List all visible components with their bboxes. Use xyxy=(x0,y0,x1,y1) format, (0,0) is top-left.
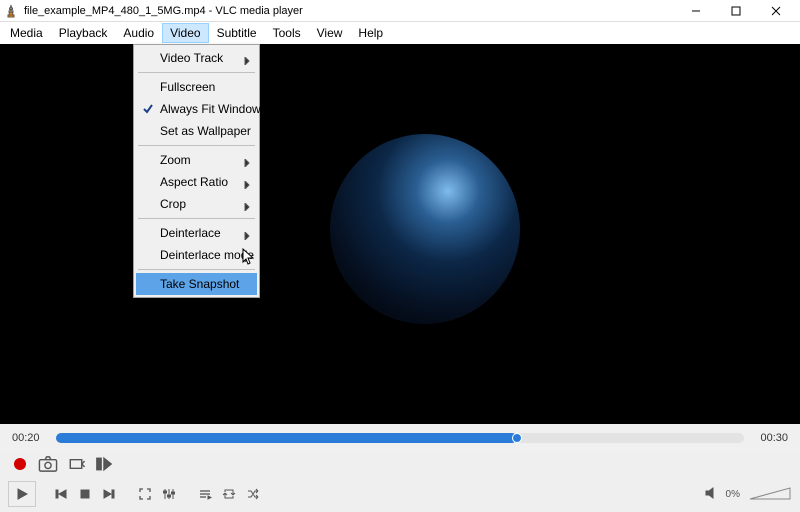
shuffle-button[interactable] xyxy=(242,483,264,505)
minimize-button[interactable] xyxy=(676,1,716,21)
submenu-arrow-icon xyxy=(243,251,251,259)
menu-fullscreen[interactable]: Fullscreen xyxy=(136,76,257,98)
shuffle-icon xyxy=(246,487,260,501)
frame-step-icon xyxy=(94,454,114,474)
close-button[interactable] xyxy=(756,1,796,21)
submenu-arrow-icon xyxy=(243,200,251,208)
menu-media[interactable]: Media xyxy=(2,23,51,43)
elapsed-time[interactable]: 00:20 xyxy=(12,432,46,444)
fullscreen-button[interactable] xyxy=(134,483,156,505)
window-title: file_example_MP4_480_1_5MG.mp4 - VLC med… xyxy=(24,5,676,17)
stop-icon xyxy=(78,487,92,501)
menu-video[interactable]: Video xyxy=(162,23,208,43)
menu-tools[interactable]: Tools xyxy=(265,23,309,43)
video-dropdown: Video Track Fullscreen Always Fit Window… xyxy=(133,44,260,298)
menu-item-label: Fullscreen xyxy=(160,80,215,94)
menu-help[interactable]: Help xyxy=(350,23,391,43)
menu-item-label: Video Track xyxy=(160,51,223,65)
skip-back-icon xyxy=(54,487,68,501)
maximize-button[interactable] xyxy=(716,1,756,21)
previous-button[interactable] xyxy=(50,483,72,505)
fullscreen-icon xyxy=(138,487,152,501)
submenu-arrow-icon xyxy=(243,156,251,164)
menu-take-snapshot[interactable]: Take Snapshot xyxy=(136,273,257,295)
menu-audio[interactable]: Audio xyxy=(115,23,162,43)
snapshot-button[interactable] xyxy=(38,455,58,473)
menu-item-label: Set as Wallpaper xyxy=(160,124,251,138)
check-icon xyxy=(142,103,154,115)
submenu-arrow-icon xyxy=(243,229,251,237)
menu-item-label: Zoom xyxy=(160,153,191,167)
menu-item-label: Crop xyxy=(160,197,186,211)
menu-separator xyxy=(138,72,255,73)
menu-video-track[interactable]: Video Track xyxy=(136,47,257,69)
playlist-button[interactable] xyxy=(194,483,216,505)
loop-ab-button[interactable] xyxy=(66,455,86,473)
menu-set-as-wallpaper[interactable]: Set as Wallpaper xyxy=(136,120,257,142)
menu-item-label: Take Snapshot xyxy=(160,277,239,291)
menu-bar: Media Playback Audio Video Subtitle Tool… xyxy=(0,22,800,44)
menu-deinterlace[interactable]: Deinterlace xyxy=(136,222,257,244)
menu-item-label: Aspect Ratio xyxy=(160,175,228,189)
loop-ab-icon xyxy=(66,454,86,474)
volume-slider[interactable] xyxy=(748,485,792,503)
playback-controls: 0% xyxy=(0,476,800,512)
speaker-icon[interactable] xyxy=(704,486,718,503)
camera-icon xyxy=(38,454,58,474)
extended-settings-button[interactable] xyxy=(158,483,180,505)
submenu-arrow-icon xyxy=(243,178,251,186)
seek-knob[interactable] xyxy=(512,433,522,443)
record-button[interactable] xyxy=(10,455,30,473)
volume-percent: 0% xyxy=(726,489,740,500)
stop-button[interactable] xyxy=(74,483,96,505)
menu-subtitle[interactable]: Subtitle xyxy=(209,23,265,43)
menu-playback[interactable]: Playback xyxy=(51,23,116,43)
menu-item-label: Deinterlace mode xyxy=(160,248,254,262)
loop-button[interactable] xyxy=(218,483,240,505)
time-bar: 00:20 00:30 xyxy=(0,424,800,452)
menu-separator xyxy=(138,218,255,219)
menu-deinterlace-mode[interactable]: Deinterlace mode xyxy=(136,244,257,266)
record-icon xyxy=(14,458,26,470)
video-frame-content xyxy=(330,134,520,324)
seek-slider[interactable] xyxy=(56,433,744,443)
playlist-icon xyxy=(198,487,212,501)
menu-zoom[interactable]: Zoom xyxy=(136,149,257,171)
menu-crop[interactable]: Crop xyxy=(136,193,257,215)
volume-control: 0% xyxy=(704,485,792,503)
advanced-controls-bar xyxy=(0,452,800,476)
total-time[interactable]: 00:30 xyxy=(754,432,788,444)
submenu-arrow-icon xyxy=(243,54,251,62)
menu-item-label: Deinterlace xyxy=(160,226,221,240)
title-bar: file_example_MP4_480_1_5MG.mp4 - VLC med… xyxy=(0,0,800,22)
menu-always-fit-window[interactable]: Always Fit Window xyxy=(136,98,257,120)
menu-view[interactable]: View xyxy=(309,23,351,43)
play-icon xyxy=(15,487,29,501)
video-viewport[interactable] xyxy=(0,44,800,424)
vlc-icon xyxy=(4,4,18,18)
equalizer-icon xyxy=(162,487,176,501)
menu-item-label: Always Fit Window xyxy=(160,102,261,116)
menu-aspect-ratio[interactable]: Aspect Ratio xyxy=(136,171,257,193)
next-button[interactable] xyxy=(98,483,120,505)
skip-forward-icon xyxy=(102,487,116,501)
play-button[interactable] xyxy=(8,481,36,507)
loop-icon xyxy=(222,487,236,501)
frame-step-button[interactable] xyxy=(94,455,114,473)
menu-separator xyxy=(138,269,255,270)
menu-separator xyxy=(138,145,255,146)
seek-fill xyxy=(56,433,517,443)
